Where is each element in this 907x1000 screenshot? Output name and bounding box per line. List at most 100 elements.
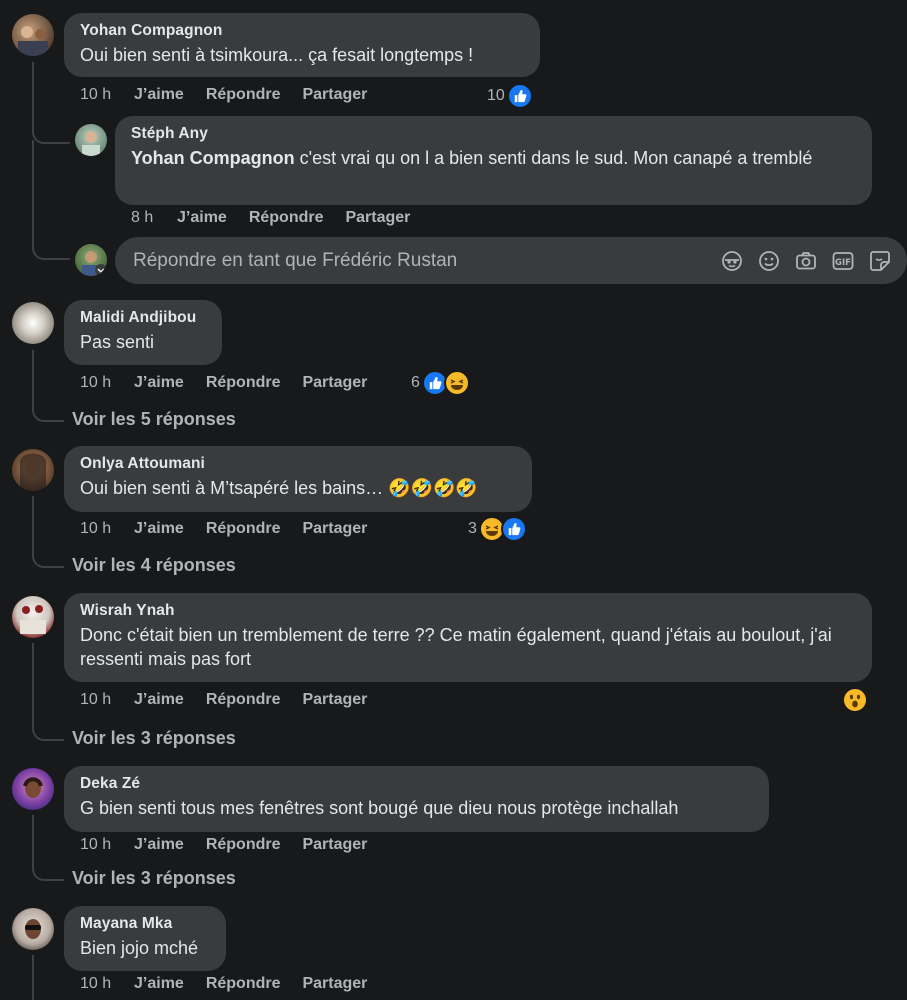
view-replies-link[interactable]: Voir les 4 réponses (72, 555, 236, 576)
reply-button[interactable]: Répondre (206, 691, 281, 709)
like-button[interactable]: J’aime (134, 836, 184, 854)
reply-button[interactable]: Répondre (206, 520, 281, 538)
like-button[interactable]: J’aime (134, 86, 184, 104)
svg-text:GIF: GIF (835, 257, 851, 267)
reply-composer: GIF (115, 237, 907, 284)
reply-text: Yohan Compagnon c'est vrai qu on l a bie… (131, 146, 856, 170)
avatar[interactable] (12, 768, 54, 810)
reply-author[interactable]: Stéph Any (131, 125, 856, 143)
comment-actions: 10 h J’aime Répondre Partager (80, 520, 389, 538)
comment-text: Pas senti (80, 332, 155, 352)
comment-bubble: Onlya Attoumani Oui bien senti à M’tsapé… (64, 446, 532, 512)
view-replies-link[interactable]: Voir les 3 réponses (72, 868, 236, 889)
comment-bubble: Malidi Andjibou Pas senti (64, 300, 222, 365)
avatar[interactable] (12, 596, 54, 638)
comment-author[interactable]: Wisrah Ynah (80, 602, 856, 620)
like-button[interactable]: J’aime (134, 520, 184, 538)
thread-line (32, 955, 34, 1000)
thread-line (32, 350, 34, 400)
thread-line (32, 643, 34, 719)
comment-author[interactable]: Malidi Andjibou (80, 309, 206, 327)
avatar[interactable] (12, 14, 54, 56)
share-button[interactable]: Partager (302, 86, 367, 104)
comment-text: Oui bien senti à M’tsapéré les bains… 🤣🤣… (80, 478, 478, 498)
share-button[interactable]: Partager (302, 691, 367, 709)
reaction-summary[interactable] (842, 687, 868, 713)
thread-line (32, 496, 34, 546)
comment-time[interactable]: 10 h (80, 975, 134, 993)
comment-author[interactable]: Mayana Mka (80, 915, 210, 933)
avatar[interactable] (75, 124, 107, 156)
share-button[interactable]: Partager (302, 836, 367, 854)
reaction-summary[interactable]: 3 (468, 516, 527, 542)
share-button[interactable]: Partager (302, 374, 367, 392)
reaction-summary[interactable]: 6 (411, 370, 470, 396)
avatar[interactable] (12, 302, 54, 344)
share-button[interactable]: Partager (345, 209, 410, 227)
reply-button[interactable]: Répondre (249, 209, 324, 227)
reply-input[interactable] (131, 248, 708, 273)
comment-actions: 10 h J’aime Répondre Partager (80, 836, 389, 854)
like-button[interactable]: J’aime (134, 975, 184, 993)
comment-text: G bien senti tous mes fenêtres sont boug… (80, 798, 679, 818)
like-button[interactable]: J’aime (177, 209, 227, 227)
reply-time[interactable]: 8 h (131, 209, 177, 227)
comment-time[interactable]: 10 h (80, 86, 134, 104)
comment-author[interactable]: Onlya Attoumani (80, 455, 516, 473)
current-user-avatar[interactable] (75, 244, 107, 276)
camera-icon[interactable] (793, 248, 819, 274)
wow-reaction-icon (842, 687, 868, 713)
comment-text: Bien jojo mché (80, 938, 199, 958)
like-button[interactable]: J’aime (134, 691, 184, 709)
haha-reaction-icon (443, 370, 470, 396)
thread-connector (32, 122, 70, 144)
like-reaction-icon (506, 83, 533, 109)
comment-actions: 10 h J’aime Répondre Partager (80, 975, 389, 993)
reaction-count: 10 (487, 87, 505, 104)
thread-connector (32, 398, 64, 422)
reaction-summary[interactable]: 10 (487, 83, 533, 109)
comment-author[interactable]: Yohan Compagnon (80, 22, 524, 40)
comment-text: Oui bien senti à tsimkoura... ça fesait … (80, 45, 474, 65)
comment-actions: 10 h J’aime Répondre Partager (80, 374, 389, 392)
reply-button[interactable]: Répondre (206, 836, 281, 854)
sticker-icon[interactable] (867, 248, 893, 274)
share-button[interactable]: Partager (302, 975, 367, 993)
comment-time[interactable]: 10 h (80, 836, 134, 854)
comment-time[interactable]: 10 h (80, 691, 134, 709)
reply-bubble: Stéph Any Yohan Compagnon c'est vrai qu … (115, 116, 872, 205)
thread-connector (32, 238, 70, 260)
comment-time[interactable]: 10 h (80, 520, 134, 538)
like-button[interactable]: J’aime (134, 374, 184, 392)
emoji-icon[interactable] (756, 248, 782, 274)
comment-bubble: Yohan Compagnon Oui bien senti à tsimkou… (64, 13, 540, 77)
avatar[interactable] (12, 908, 54, 950)
thread-connector (32, 544, 64, 568)
reply-button[interactable]: Répondre (206, 374, 281, 392)
thread-line (32, 62, 34, 122)
reply-button[interactable]: Répondre (206, 975, 281, 993)
comment-bubble: Mayana Mka Bien jojo mché (64, 906, 226, 971)
avatar[interactable] (12, 449, 54, 491)
reaction-count: 3 (468, 520, 477, 537)
comment-time[interactable]: 10 h (80, 374, 134, 392)
comment-author[interactable]: Deka Zé (80, 775, 753, 793)
comment-bubble: Deka Zé G bien senti tous mes fenêtres s… (64, 766, 769, 832)
mention-link[interactable]: Yohan Compagnon (131, 148, 295, 168)
reply-button[interactable]: Répondre (206, 86, 281, 104)
comment-bubble: Wisrah Ynah Donc c'était bien un tremble… (64, 593, 872, 682)
thread-line (32, 140, 34, 240)
view-replies-link[interactable]: Voir les 3 réponses (72, 728, 236, 749)
thread-connector (32, 717, 64, 741)
like-reaction-icon (500, 516, 527, 542)
gif-icon[interactable]: GIF (830, 248, 856, 274)
avatar-sticker-icon[interactable] (719, 248, 745, 274)
reply-body: c'est vrai qu on l a bien senti dans le … (294, 148, 813, 168)
thread-line (32, 815, 34, 859)
comment-text: Donc c'était bien un tremblement de terr… (80, 625, 832, 669)
thread-connector (32, 857, 64, 881)
share-button[interactable]: Partager (302, 520, 367, 538)
reply-actions: 8 h J’aime Répondre Partager (131, 209, 432, 227)
comment-actions: 10 h J’aime Répondre Partager (80, 86, 389, 104)
view-replies-link[interactable]: Voir les 5 réponses (72, 409, 236, 430)
